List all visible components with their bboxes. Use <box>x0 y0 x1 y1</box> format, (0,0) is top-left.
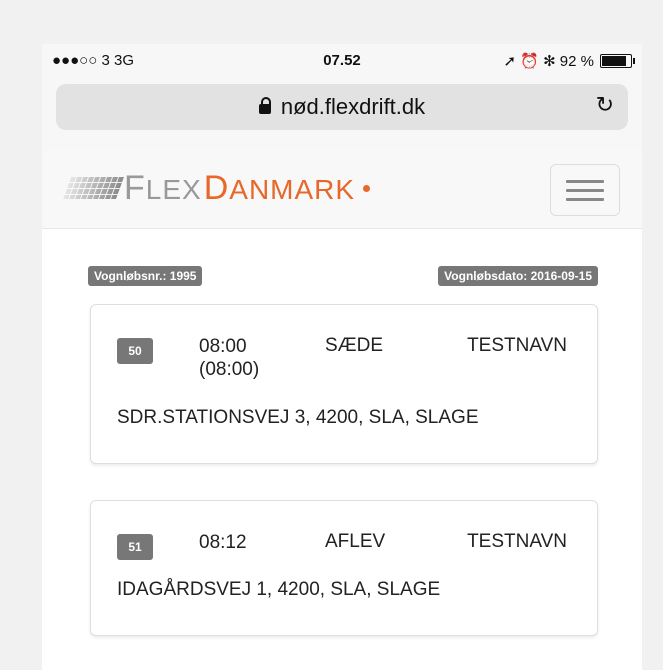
stop-address: SDR.STATIONSVEJ 3, 4200, SLA, SLAGE <box>117 407 479 428</box>
status-icons: ➚ ⏰ ✻ 92 % <box>503 53 594 70</box>
battery-icon <box>600 54 635 68</box>
browser-chrome: nød.flexdrift.dk ↻ <box>42 76 642 150</box>
stop-card[interactable]: 50 08:00 (08:00) SÆDE TESTNAVN SDR.STATI… <box>90 304 598 464</box>
hamburger-icon-bar <box>566 179 604 183</box>
logo-flex-text: FLEX <box>124 168 202 207</box>
status-indicators: ➚ ⏰ ✻ 92 % <box>503 52 635 70</box>
stop-action: SÆDE <box>325 335 384 356</box>
stop-time-actual: 08:00 <box>199 336 247 357</box>
flexdanmark-logo[interactable]: FLEX DANMARK <box>61 169 371 207</box>
stop-address: IDAGÅRDSVEJ 1, 4200, SLA, SLAGE <box>117 579 441 600</box>
address-bar[interactable]: nød.flexdrift.dk ↻ <box>56 84 628 130</box>
stop-number-badge: 51 <box>117 534 153 560</box>
stop-card[interactable]: 51 08:12 AFLEV TESTNAVN IDAGÅRDSVEJ 1, 4… <box>90 500 598 636</box>
battery-fill <box>602 56 626 66</box>
route-number-label: Vognløbsnr.: 1995 <box>88 266 203 286</box>
url-text: nød.flexdrift.dk <box>280 94 426 119</box>
stop-time-planned: (08:00) <box>199 359 260 380</box>
stop-number-badge: 50 <box>117 338 153 364</box>
phone-screen: ●●●○○ 3 3G 07.52 ➚ ⏰ ✻ 92 % nød.flexdrif… <box>42 44 642 670</box>
route-date-label: Vognløbsdato: 2016-09-15 <box>438 266 598 286</box>
stop-action: AFLEV <box>325 531 386 552</box>
passenger-name: TESTNAVN <box>467 531 567 552</box>
hamburger-icon-bar <box>566 188 604 192</box>
logo-dot <box>363 184 371 192</box>
lock-icon <box>258 97 271 114</box>
status-bar: ●●●○○ 3 3G 07.52 ➚ ⏰ ✻ 92 % <box>42 44 642 76</box>
navbar: FLEX DANMARK <box>42 150 642 229</box>
logo-danmark-text: DANMARK <box>203 168 356 207</box>
logo-grid-graphic <box>61 177 125 199</box>
stop-time-actual: 08:12 <box>199 532 247 553</box>
hamburger-icon-bar <box>566 197 604 201</box>
stop-time: 08:00 (08:00) <box>199 335 259 381</box>
reload-icon[interactable]: ↻ <box>596 92 614 118</box>
stop-time: 08:12 <box>199 531 247 554</box>
passenger-name: TESTNAVN <box>467 335 567 356</box>
menu-toggle-button[interactable] <box>550 164 620 216</box>
